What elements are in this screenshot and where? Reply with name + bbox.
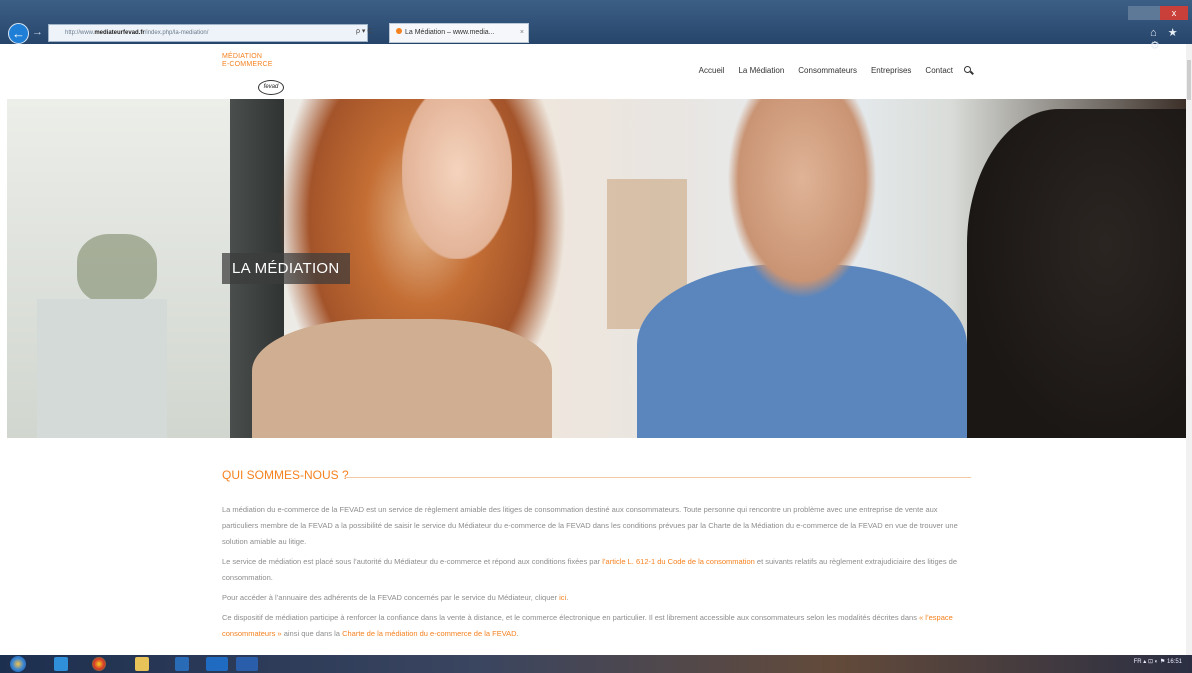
word-icon[interactable]	[236, 657, 258, 671]
clock: 16:51	[1166, 659, 1182, 665]
hero-plant	[77, 234, 157, 304]
chrome-icon[interactable]	[92, 657, 106, 671]
search-icon[interactable]	[964, 66, 974, 76]
hero-title: LA MÉDIATION	[222, 253, 350, 284]
main-menu: Accueil La Médiation Consommateurs Entre…	[692, 66, 974, 76]
file-explorer-icon[interactable]	[135, 657, 149, 671]
maximize-button[interactable]	[1144, 6, 1160, 20]
fevad-badge: fevad	[258, 80, 284, 95]
minimize-button[interactable]	[1128, 6, 1144, 20]
scrollbar[interactable]	[1186, 44, 1192, 655]
url-path: /index.php/la-mediation/	[144, 30, 209, 36]
start-button[interactable]	[10, 656, 26, 672]
outlook-icon[interactable]	[206, 657, 228, 671]
browser-chrome: ← → http://www.mediateurfevad.fr/index.p…	[0, 0, 1192, 52]
window-controls: x	[1128, 6, 1192, 20]
logo-line-2: E-COMMERCE	[222, 61, 273, 68]
section-content: La médiation du e-commerce de la FEVAD e…	[222, 502, 972, 646]
url-host: mediateurfevad.fr	[94, 30, 145, 36]
paragraph-2: Le service de médiation est placé sous l…	[222, 554, 972, 586]
logo-line-1: MÉDIATION	[222, 53, 263, 60]
system-tray[interactable]: FR ▴ ⊡ ◐ ⚑ 16:51	[1134, 658, 1182, 665]
p4-text-after: .	[516, 629, 519, 638]
paragraph-4: Ce dispositif de médiation participe à r…	[222, 610, 972, 642]
hero-man-face	[727, 99, 877, 299]
close-button[interactable]: x	[1160, 6, 1188, 20]
menu-item-consommateurs[interactable]: Consommateurs	[791, 66, 864, 76]
tray-icons: FR ▴ ⊡ ◐ ⚑	[1133, 659, 1166, 665]
charte-link[interactable]: Charte de la médiation du e-commerce de …	[342, 629, 517, 638]
p3-text-before: Pour accéder à l’annuaire des adhérents …	[222, 593, 560, 602]
internet-explorer-icon[interactable]	[54, 657, 68, 671]
hero-shelf	[37, 299, 167, 438]
p4-text-mid: ainsi que dans la	[281, 629, 343, 638]
code-consommation-link[interactable]: l’article L. 612-1 du Code de la consomm…	[602, 557, 755, 566]
address-controls[interactable]: ρ ▾ C	[356, 27, 372, 35]
paragraph-1: La médiation du e-commerce de la FEVAD e…	[222, 505, 958, 546]
p4-text-before: Ce dispositif de médiation participe à r…	[222, 613, 920, 622]
favicon-icon	[396, 28, 402, 34]
section-title: QUI SOMMES-NOUS ?	[222, 468, 349, 482]
paragraph-3: Pour accéder à l’annuaire des adhérents …	[222, 590, 972, 606]
menu-item-contact[interactable]: Contact	[918, 66, 960, 76]
address-bar[interactable]: http://www.mediateurfevad.fr/index.php/l…	[48, 24, 368, 42]
menu-item-entreprises[interactable]: Entreprises	[864, 66, 918, 76]
hero-woman-body	[252, 319, 552, 438]
tab-title: La Médiation – www.media...	[405, 29, 495, 36]
back-arrow-icon[interactable]: ←	[8, 23, 29, 44]
section-divider	[345, 477, 971, 478]
p2-text-before: Le service de médiation est placé sous l…	[222, 557, 603, 566]
media-player-icon[interactable]	[175, 657, 189, 671]
site-logo[interactable]: MÉDIATION E-COMMERCE fevad	[222, 53, 292, 95]
p3-text-after: .	[566, 593, 569, 602]
hero-foreground-person	[967, 109, 1187, 438]
windows-taskbar: FR ▴ ⊡ ◐ ⚑ 16:51	[0, 655, 1192, 673]
browser-tab[interactable]: La Médiation – www.media... ×	[389, 23, 529, 43]
scrollbar-thumb[interactable]	[1187, 60, 1191, 100]
menu-item-accueil[interactable]: Accueil	[692, 66, 732, 76]
menu-item-la-mediation[interactable]: La Médiation	[731, 66, 791, 76]
tab-close-icon[interactable]: ×	[520, 24, 524, 42]
hero-woman-face	[402, 99, 512, 259]
url-prefix: http://www.	[65, 30, 95, 36]
hero-banner	[7, 99, 1187, 438]
forward-arrow-icon[interactable]: →	[32, 26, 44, 38]
